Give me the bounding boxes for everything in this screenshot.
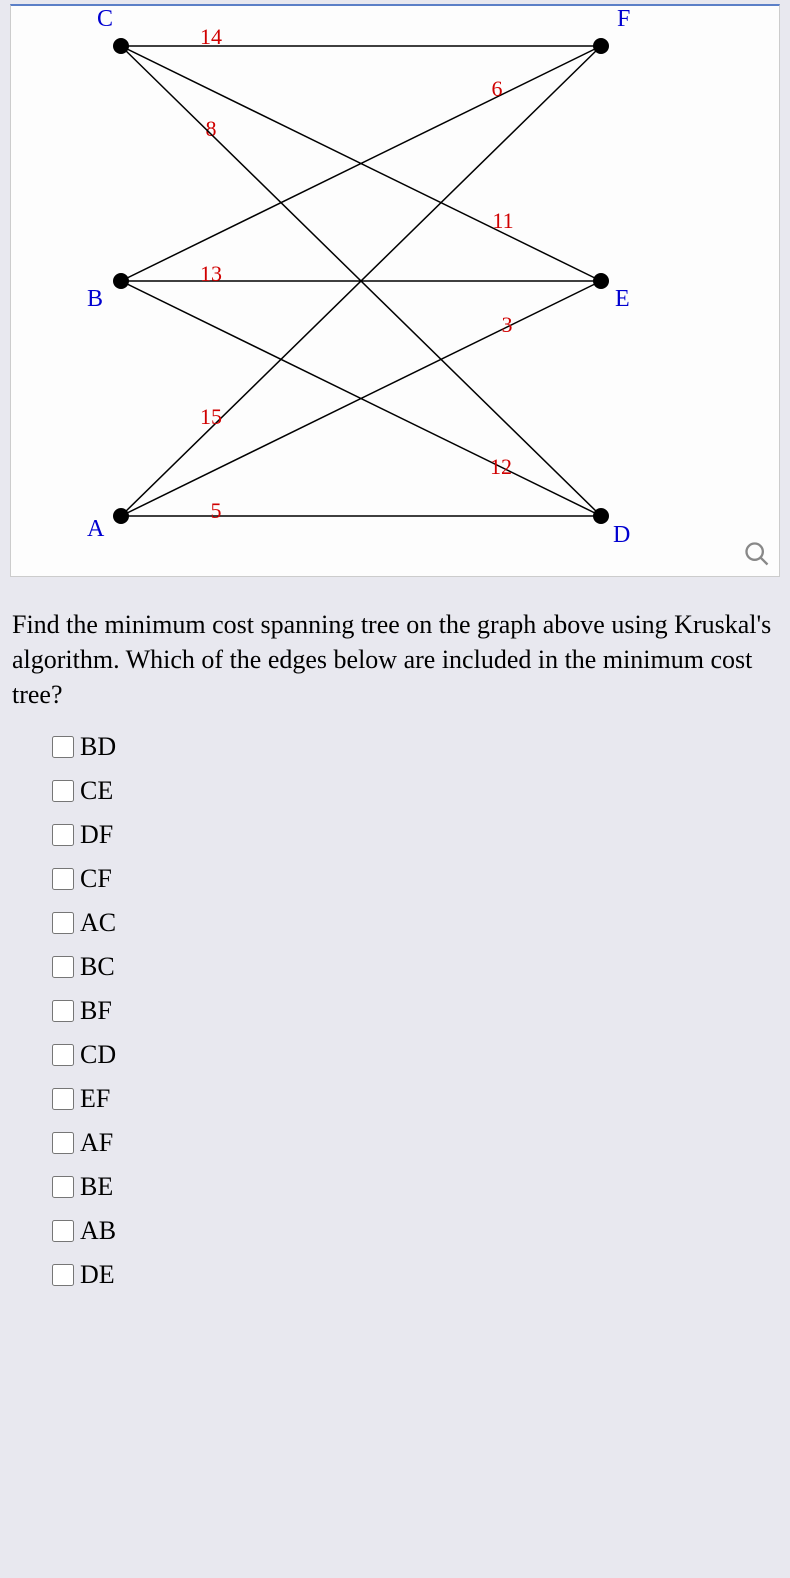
option-checkbox-DF[interactable] <box>52 824 74 846</box>
edge-weight-BD: 12 <box>490 454 512 479</box>
node-E <box>593 273 609 289</box>
option-row-CD: CD <box>48 1040 778 1070</box>
node-B <box>113 273 129 289</box>
option-checkbox-BD[interactable] <box>52 736 74 758</box>
option-label-CF: CF <box>80 864 112 894</box>
option-row-DF: DF <box>48 820 778 850</box>
node-C <box>113 38 129 54</box>
option-row-CF: CF <box>48 864 778 894</box>
edge-weight-CF: 14 <box>200 24 222 49</box>
option-row-AB: AB <box>48 1216 778 1246</box>
node-label-D: D <box>613 522 630 548</box>
option-label-AB: AB <box>80 1216 116 1246</box>
node-label-B: B <box>87 286 103 312</box>
option-label-EF: EF <box>80 1084 110 1114</box>
edge-weight-CD: 11 <box>492 208 513 233</box>
option-row-BD: BD <box>48 732 778 762</box>
option-checkbox-EF[interactable] <box>52 1088 74 1110</box>
edge-weight-BF: 6 <box>492 76 503 101</box>
option-checkbox-AC[interactable] <box>52 912 74 934</box>
option-row-AC: AC <box>48 908 778 938</box>
options-list: BD CE DF CF AC BC BF CD EF AF BE AB DE <box>48 732 778 1290</box>
node-label-E: E <box>615 286 630 312</box>
option-row-AF: AF <box>48 1128 778 1158</box>
option-checkbox-BE[interactable] <box>52 1176 74 1198</box>
option-row-EF: EF <box>48 1084 778 1114</box>
node-A <box>113 508 129 524</box>
graph-figure: 14861113315125ABCDEF <box>10 4 780 577</box>
graph-svg: 14861113315125ABCDEF <box>11 6 711 576</box>
option-checkbox-DE[interactable] <box>52 1264 74 1286</box>
node-label-A: A <box>87 516 105 542</box>
edge-weight-AF: 15 <box>200 404 222 429</box>
option-checkbox-BC[interactable] <box>52 956 74 978</box>
option-label-BD: BD <box>80 732 116 762</box>
option-row-DE: DE <box>48 1260 778 1290</box>
option-checkbox-BF[interactable] <box>52 1000 74 1022</box>
option-label-AC: AC <box>80 908 116 938</box>
option-row-BE: BE <box>48 1172 778 1202</box>
option-label-BC: BC <box>80 952 115 982</box>
option-label-DF: DF <box>80 820 113 850</box>
option-row-CE: CE <box>48 776 778 806</box>
option-label-DE: DE <box>80 1260 115 1290</box>
option-checkbox-AF[interactable] <box>52 1132 74 1154</box>
option-label-AF: AF <box>80 1128 113 1158</box>
option-checkbox-CF[interactable] <box>52 868 74 890</box>
option-label-BF: BF <box>80 996 112 1026</box>
edge-weight-AD: 5 <box>211 498 222 523</box>
node-F <box>593 38 609 54</box>
node-D <box>593 508 609 524</box>
option-row-BF: BF <box>48 996 778 1026</box>
edge-weight-BE: 13 <box>200 261 222 286</box>
option-label-CD: CD <box>80 1040 116 1070</box>
option-checkbox-CE[interactable] <box>52 780 74 802</box>
option-row-BC: BC <box>48 952 778 982</box>
magnify-icon[interactable] <box>743 540 771 568</box>
option-label-CE: CE <box>80 776 113 806</box>
node-label-F: F <box>617 6 630 32</box>
option-checkbox-CD[interactable] <box>52 1044 74 1066</box>
option-checkbox-AB[interactable] <box>52 1220 74 1242</box>
question-text: Find the minimum cost spanning tree on t… <box>12 607 778 712</box>
edge-weight-AE: 3 <box>502 312 513 337</box>
option-label-BE: BE <box>80 1172 113 1202</box>
node-label-C: C <box>97 6 113 32</box>
